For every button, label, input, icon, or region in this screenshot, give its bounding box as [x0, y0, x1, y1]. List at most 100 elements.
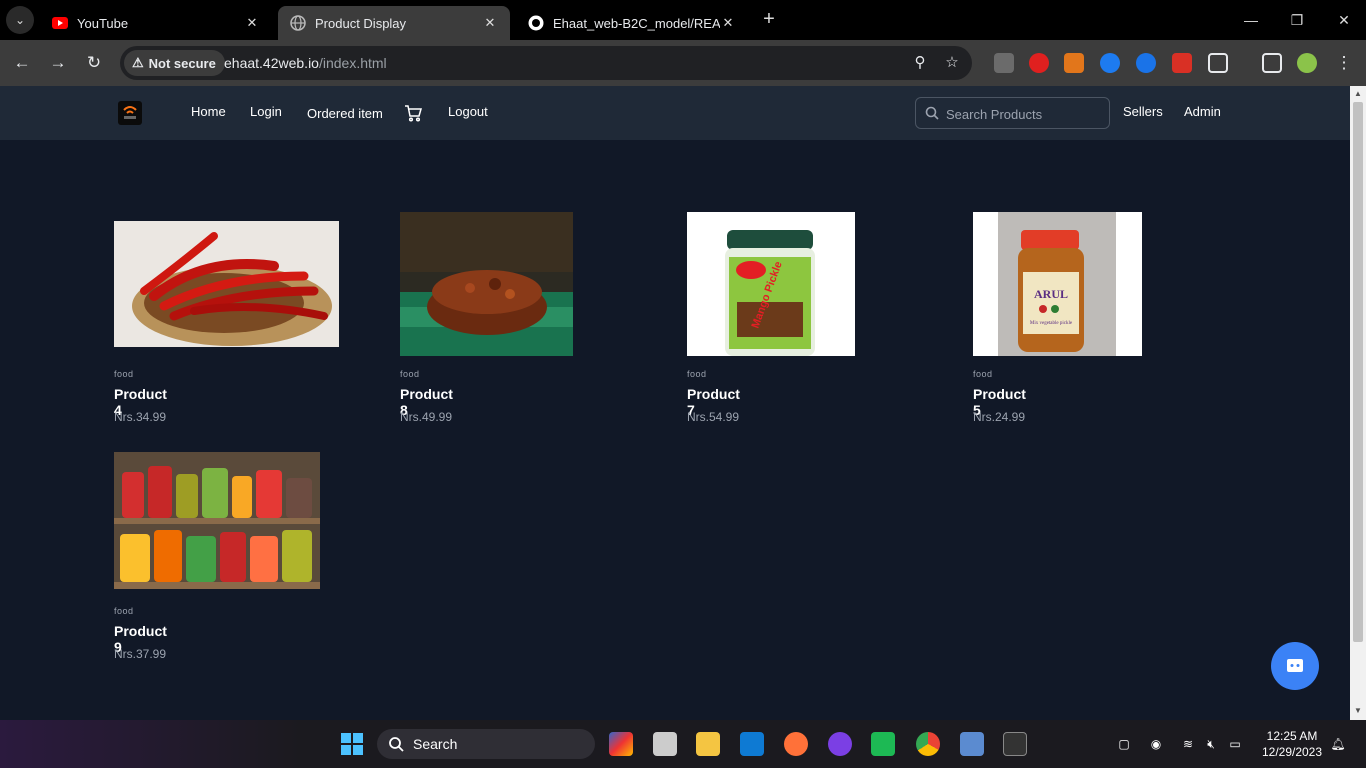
extension-icon[interactable] [1136, 53, 1156, 73]
nav-admin-link[interactable]: Admin [1184, 104, 1221, 119]
github-icon [528, 15, 544, 31]
app-icon[interactable] [871, 732, 895, 756]
product-image-mango-pickle-jar[interactable]: Mango Pickle [687, 212, 855, 356]
extensions-puzzle-icon[interactable] [1208, 53, 1228, 73]
notification-bell-icon[interactable]: 🔔︎ [1329, 735, 1347, 753]
scrollbar-thumb[interactable] [1353, 102, 1363, 642]
product-image-pickle-bowl[interactable] [400, 212, 573, 356]
terminal-icon[interactable] [1003, 732, 1027, 756]
chat-icon [1287, 659, 1303, 672]
tab-title: YouTube [77, 15, 129, 31]
browser-toolbar: ← → ↻ ⚠ Not secure ehaat.42web.io/index.… [0, 40, 1366, 86]
product-image-mixed-pickle-jar[interactable]: ARUL Mix vegetable pickle [973, 212, 1142, 356]
jar-sub-text: Mix vegetable pickle [1030, 321, 1073, 326]
file-explorer-icon[interactable] [696, 732, 720, 756]
taskbar-search[interactable]: Search [377, 729, 595, 759]
tab-search-menu-button[interactable]: ⌄ [6, 6, 34, 34]
tab-product-display[interactable]: Product Display ✕ [278, 6, 510, 40]
clock-time: 12:25 AM [1266, 729, 1318, 743]
product-category: food [687, 369, 707, 379]
tab-youtube[interactable]: YouTube ✕ [40, 6, 272, 40]
minimize-button[interactable]: — [1239, 8, 1263, 32]
site-navbar: Home Login Ordered item Logout Sellers A… [0, 86, 1350, 140]
product-price: Nrs.49.99 [400, 410, 453, 424]
adblock-extension-icon[interactable] [1029, 53, 1049, 73]
task-view-icon[interactable] [653, 732, 677, 756]
security-label: Not secure [148, 55, 216, 71]
product-price: Nrs.34.99 [114, 410, 167, 424]
extension-icon[interactable] [1172, 53, 1192, 73]
forward-button[interactable]: → [46, 51, 70, 75]
warning-icon: ⚠ [132, 55, 144, 70]
address-bar[interactable]: ⚠ Not secure ehaat.42web.io/index.html ⚲… [120, 46, 972, 80]
clock-date: 12/29/2023 [1261, 745, 1323, 759]
tab-title: Product Display [315, 15, 407, 31]
globe-icon [290, 15, 306, 31]
product-price: Nrs.54.99 [687, 410, 740, 424]
product-category: food [114, 606, 134, 616]
reload-button[interactable]: ↻ [82, 51, 106, 75]
close-icon[interactable]: ✕ [482, 15, 498, 31]
wifi-icon[interactable]: ≋ [1179, 735, 1197, 753]
close-icon[interactable]: ✕ [244, 15, 260, 31]
chrome-icon[interactable] [916, 732, 940, 756]
restore-button[interactable]: ❐ [1285, 8, 1309, 32]
product-image-chilies[interactable] [114, 221, 339, 347]
windows-start-icon[interactable] [340, 732, 364, 756]
search-icon [925, 106, 939, 120]
menu-kebab-icon[interactable]: ⋮ [1332, 51, 1356, 75]
new-tab-button[interactable]: + [757, 8, 781, 32]
task-manager-icon[interactable] [960, 732, 984, 756]
site-logo[interactable] [118, 101, 142, 125]
url-host: ehaat.42web.io [224, 55, 319, 71]
product-search [915, 97, 1110, 129]
taskbar-search-label: Search [413, 736, 458, 752]
product-category: food [114, 369, 134, 379]
nav-home-link[interactable]: Home [191, 104, 226, 119]
page-scrollbar[interactable]: ▲ ▼ [1350, 86, 1366, 720]
chat-support-button[interactable] [1271, 642, 1319, 690]
tab-title: Ehaat_web-B2C_model/READM [553, 15, 720, 31]
url-path: /index.html [318, 55, 387, 71]
battery-icon[interactable]: ▭ [1226, 735, 1244, 753]
bookmark-star-icon[interactable]: ☆ [942, 53, 962, 73]
chrome-tray-icon[interactable]: ◉ [1147, 735, 1165, 753]
extension-icon[interactable] [1100, 53, 1120, 73]
os-taskbar: Search ▢ ◉ ≋ 🔇︎ ▭ 12:25 AM 12/29/2023 🔔︎ [0, 720, 1366, 768]
search-input[interactable] [946, 104, 1101, 124]
product-image-pickle-jars-shelf[interactable] [114, 452, 320, 589]
vscode-icon[interactable] [740, 732, 764, 756]
tor-browser-icon[interactable] [828, 732, 852, 756]
cart-icon[interactable] [404, 104, 422, 122]
taskbar-clock[interactable]: 12:25 AM 12/29/2023 [1256, 728, 1328, 760]
page-viewport: Home Login Ordered item Logout Sellers A… [0, 86, 1350, 720]
nav-sellers-link[interactable]: Sellers [1123, 104, 1163, 119]
side-panel-icon[interactable] [1262, 53, 1282, 73]
zoom-icon[interactable]: ⚲ [910, 53, 930, 73]
product-category: food [973, 369, 993, 379]
jar-brand-text: ARUL [1034, 287, 1068, 301]
tab-github[interactable]: Ehaat_web-B2C_model/READM ✕ [516, 6, 748, 40]
nav-login-link[interactable]: Login [250, 104, 282, 119]
close-window-button[interactable]: ✕ [1332, 8, 1356, 32]
firefox-icon[interactable] [784, 732, 808, 756]
browser-tab-bar: ⌄ YouTube ✕ Product Display ✕ Ehaat_web-… [0, 0, 1366, 40]
profile-avatar[interactable] [1297, 53, 1317, 73]
security-indicator[interactable]: ⚠ Not secure [124, 50, 225, 76]
product-price: Nrs.24.99 [973, 410, 1026, 424]
scroll-up-arrow[interactable]: ▲ [1353, 89, 1363, 98]
extension-icon[interactable] [994, 53, 1014, 73]
copilot-icon[interactable] [609, 732, 633, 756]
nav-logout-link[interactable]: Logout [448, 104, 488, 119]
metamask-extension-icon[interactable] [1064, 53, 1084, 73]
scroll-down-arrow[interactable]: ▼ [1353, 706, 1363, 715]
product-category: food [400, 369, 420, 379]
search-icon [389, 737, 404, 752]
close-icon[interactable]: ✕ [720, 15, 736, 31]
back-button[interactable]: ← [10, 51, 34, 75]
tray-app-icon[interactable]: ▢ [1115, 735, 1133, 753]
volume-muted-icon[interactable]: 🔇︎ [1202, 735, 1220, 753]
product-price: Nrs.37.99 [114, 647, 167, 661]
url-text[interactable]: ehaat.42web.io/index.html [224, 55, 387, 71]
nav-ordered-item-link[interactable]: Ordered item [307, 106, 383, 121]
